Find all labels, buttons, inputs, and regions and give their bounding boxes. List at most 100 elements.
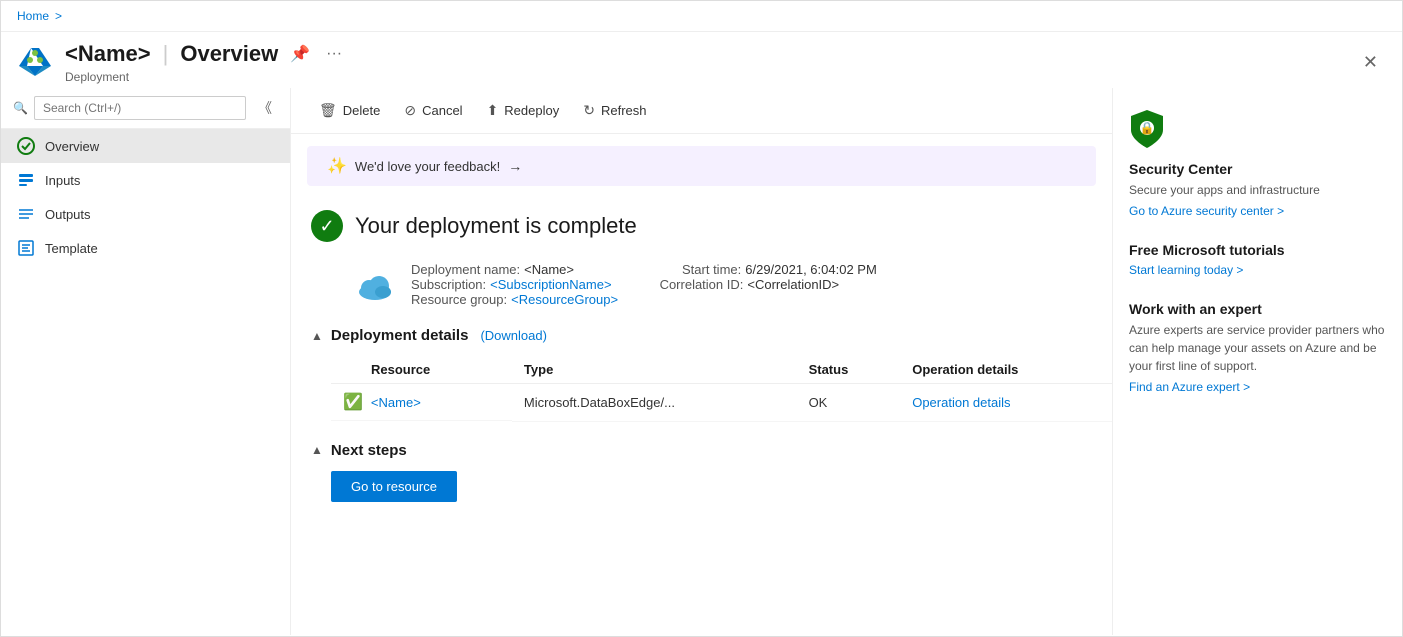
table-body: ✅ <Name> Microsoft.DataBoxEdge/... OK Op…	[331, 384, 1112, 422]
refresh-label: Refresh	[601, 103, 647, 118]
col-operation: Operation details	[900, 356, 1112, 384]
start-time-label: Start time:	[682, 262, 741, 277]
expert-title: Work with an expert	[1129, 301, 1386, 317]
title-separator: |	[163, 41, 169, 67]
row-status-icon: ✅	[343, 392, 363, 412]
breadcrumb: Home >	[1, 1, 1402, 32]
resource-group-row: Resource group: <ResourceGroup>	[411, 292, 877, 307]
next-steps-header[interactable]: ▲ Next steps	[311, 442, 1092, 459]
security-icon: 🔒	[1129, 108, 1386, 153]
feedback-icon: ✨	[327, 156, 347, 176]
subscription-label: Subscription:	[411, 277, 486, 292]
download-link[interactable]: (Download)	[480, 328, 546, 343]
cancel-label: Cancel	[422, 103, 462, 118]
deployment-name-value: <Name>	[524, 262, 574, 277]
deployment-content: ✓ Your deployment is complete Deployme	[291, 194, 1112, 635]
azure-logo	[17, 44, 53, 80]
correlation-label: Correlation ID:	[660, 277, 744, 292]
shield-icon: 🔒	[1129, 108, 1165, 150]
expert-link[interactable]: Find an Azure expert >	[1129, 380, 1250, 394]
redeploy-label: Redeploy	[504, 103, 559, 118]
details-header[interactable]: ▲ Deployment details (Download)	[311, 327, 1092, 344]
delete-label: Delete	[343, 103, 381, 118]
header-subtitle: Deployment	[65, 70, 346, 84]
operation-details-link[interactable]: Operation details	[912, 395, 1010, 410]
go-to-resource-button[interactable]: Go to resource	[331, 471, 457, 502]
deployment-header: ✓ Your deployment is complete	[311, 210, 1092, 242]
refresh-icon: ↻	[583, 102, 595, 119]
feedback-text: We'd love your feedback!	[355, 159, 500, 174]
redeploy-icon: ⬆	[487, 102, 499, 119]
sidebar-item-inputs[interactable]: Inputs	[1, 163, 290, 197]
tutorials-section: Free Microsoft tutorials Start learning …	[1129, 242, 1386, 277]
deployment-name-row: Deployment name: <Name> Start time: 6/29…	[411, 262, 877, 277]
row-type-cell: Microsoft.DataBoxEdge/...	[512, 384, 797, 422]
main-layout: 🔍 《 Overview	[1, 88, 1402, 635]
header-title-group: <Name> | Overview 📌 ··· Deployment	[65, 40, 346, 84]
security-center-desc: Secure your apps and infrastructure	[1129, 181, 1386, 199]
search-input[interactable]	[34, 96, 246, 120]
security-center-link[interactable]: Go to Azure security center >	[1129, 204, 1284, 218]
pin-button[interactable]: 📌	[286, 40, 314, 68]
next-steps-chevron-icon: ▲	[311, 443, 323, 457]
sidebar-item-overview-label: Overview	[45, 139, 99, 154]
resource-link[interactable]: <Name>	[371, 395, 421, 410]
resource-name: <Name>	[65, 41, 151, 67]
feedback-arrow: →	[508, 158, 522, 174]
sidebar-item-overview[interactable]: Overview	[1, 129, 290, 163]
deployment-meta-wrapper: Deployment name: <Name> Start time: 6/29…	[355, 262, 1092, 307]
table-header: Resource Type Status Operation details	[331, 356, 1112, 384]
more-options-button[interactable]: ···	[322, 41, 346, 67]
col-resource: Resource	[331, 356, 512, 384]
security-center-title: Security Center	[1129, 161, 1386, 177]
correlation-value: <CorrelationID>	[747, 277, 839, 292]
page-header: <Name> | Overview 📌 ··· Deployment ✕	[1, 32, 1402, 88]
breadcrumb-sep: >	[55, 9, 62, 23]
subscription-link[interactable]: <SubscriptionName>	[490, 277, 611, 292]
page-title: <Name> | Overview 📌 ···	[65, 40, 346, 68]
next-steps-title: Next steps	[331, 442, 407, 459]
start-time-value: 6/29/2021, 6:04:02 PM	[745, 262, 877, 277]
redeploy-button[interactable]: ⬆ Redeploy	[475, 96, 572, 125]
sidebar-item-template-label: Template	[45, 241, 98, 256]
resource-group-label: Resource group:	[411, 292, 507, 307]
search-box: 🔍 《	[1, 88, 290, 129]
tutorials-link[interactable]: Start learning today >	[1129, 263, 1243, 277]
security-center-section: 🔒 Security Center Secure your apps and i…	[1129, 108, 1386, 218]
next-steps-content: Go to resource	[331, 471, 1092, 502]
sidebar-nav: Overview Inputs	[1, 129, 290, 265]
details-chevron-icon: ▲	[311, 329, 323, 343]
outputs-icon	[17, 205, 35, 223]
sidebar: 🔍 《 Overview	[1, 88, 291, 635]
details-title: Deployment details	[331, 327, 469, 344]
cancel-button[interactable]: ⊘ Cancel	[392, 96, 474, 125]
feedback-banner[interactable]: ✨ We'd love your feedback! →	[307, 146, 1096, 186]
svg-text:🔒: 🔒	[1140, 121, 1155, 135]
delete-button[interactable]: 🗑 Delete	[307, 96, 392, 125]
app-container: Home > <Name> | Overview 📌 ··· Deploymen…	[0, 0, 1403, 637]
row-operation-cell: Operation details	[900, 384, 1112, 422]
sidebar-item-outputs-label: Outputs	[45, 207, 91, 222]
cancel-icon: ⊘	[404, 102, 416, 119]
deployment-details-section: ▲ Deployment details (Download) Resource…	[311, 327, 1092, 422]
sidebar-item-template[interactable]: Template	[1, 231, 290, 265]
collapse-sidebar-button[interactable]: 《	[252, 96, 278, 120]
page-section: Overview	[180, 41, 278, 67]
main-content: 🗑 Delete ⊘ Cancel ⬆ Redeploy ↻ Refresh	[291, 88, 1112, 635]
close-button[interactable]: ✕	[1355, 48, 1386, 77]
deployment-meta: Deployment name: <Name> Start time: 6/29…	[411, 262, 877, 307]
toolbar: 🗑 Delete ⊘ Cancel ⬆ Redeploy ↻ Refresh	[291, 88, 1112, 134]
right-panel: 🔒 Security Center Secure your apps and i…	[1112, 88, 1402, 635]
breadcrumb-home[interactable]: Home	[17, 9, 49, 23]
sidebar-item-outputs[interactable]: Outputs	[1, 197, 290, 231]
next-steps-section: ▲ Next steps Go to resource	[311, 442, 1092, 502]
deployment-success-icon: ✓	[311, 210, 343, 242]
refresh-button[interactable]: ↻ Refresh	[571, 96, 658, 125]
search-icon: 🔍	[13, 101, 28, 115]
subscription-row: Subscription: <SubscriptionName> Correla…	[411, 277, 877, 292]
col-status: Status	[797, 356, 901, 384]
resource-group-link[interactable]: <ResourceGroup>	[511, 292, 618, 307]
expert-desc: Azure experts are service provider partn…	[1129, 321, 1386, 375]
deployment-table: Resource Type Status Operation details ✅…	[331, 356, 1112, 422]
col-type: Type	[512, 356, 797, 384]
